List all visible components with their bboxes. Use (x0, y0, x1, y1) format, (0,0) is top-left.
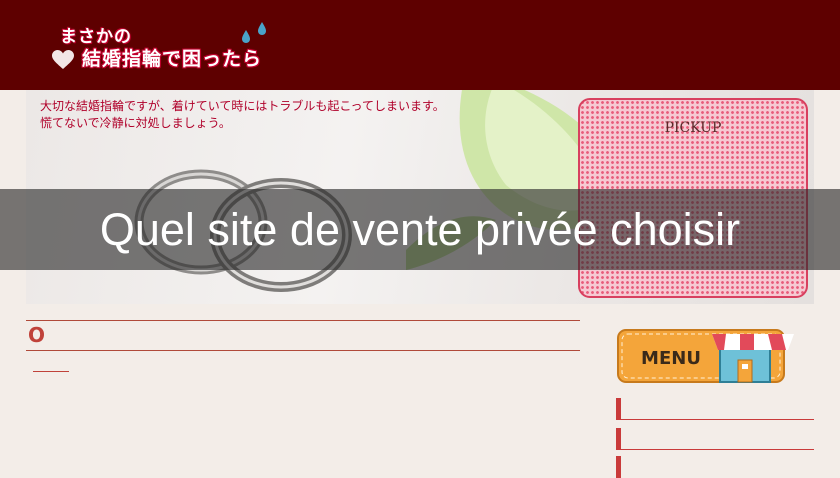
title-overlay: Quel site de vente privée choisir (0, 189, 840, 270)
hero-caption-line2: 慌てないで冷静に対処しましょう。 (40, 116, 231, 130)
heart-icon (52, 50, 74, 69)
content-divider-bottom (26, 350, 580, 351)
site-logo[interactable]: まさかの 結婚指輪で困ったら (52, 20, 282, 76)
site-header: まさかの 結婚指輪で困ったら (0, 0, 840, 90)
article-heading: O (28, 323, 46, 347)
water-drop-icon (242, 22, 266, 43)
sidebar-item-3[interactable] (616, 456, 814, 478)
sidebar-item-1[interactable] (616, 398, 814, 420)
pickup-label: PICKUP (664, 120, 722, 136)
hero-caption: 大切な結婚指輪ですが、着けていて時にはトラブルも起こってしまいます。 慌てないで… (40, 98, 445, 132)
page-title: Quel site de vente privée choisir (99, 204, 741, 255)
sidebar-item-2[interactable] (616, 428, 814, 450)
menu-badge[interactable]: MENU (616, 320, 800, 386)
content-divider-top (26, 320, 580, 321)
article-link[interactable] (33, 371, 69, 372)
menu-label: MENU (641, 348, 701, 369)
logo-text-line2: 結婚指輪で困ったら (82, 48, 263, 70)
hero-caption-line1: 大切な結婚指輪ですが、着けていて時にはトラブルも起こってしまいます。 (40, 99, 445, 113)
